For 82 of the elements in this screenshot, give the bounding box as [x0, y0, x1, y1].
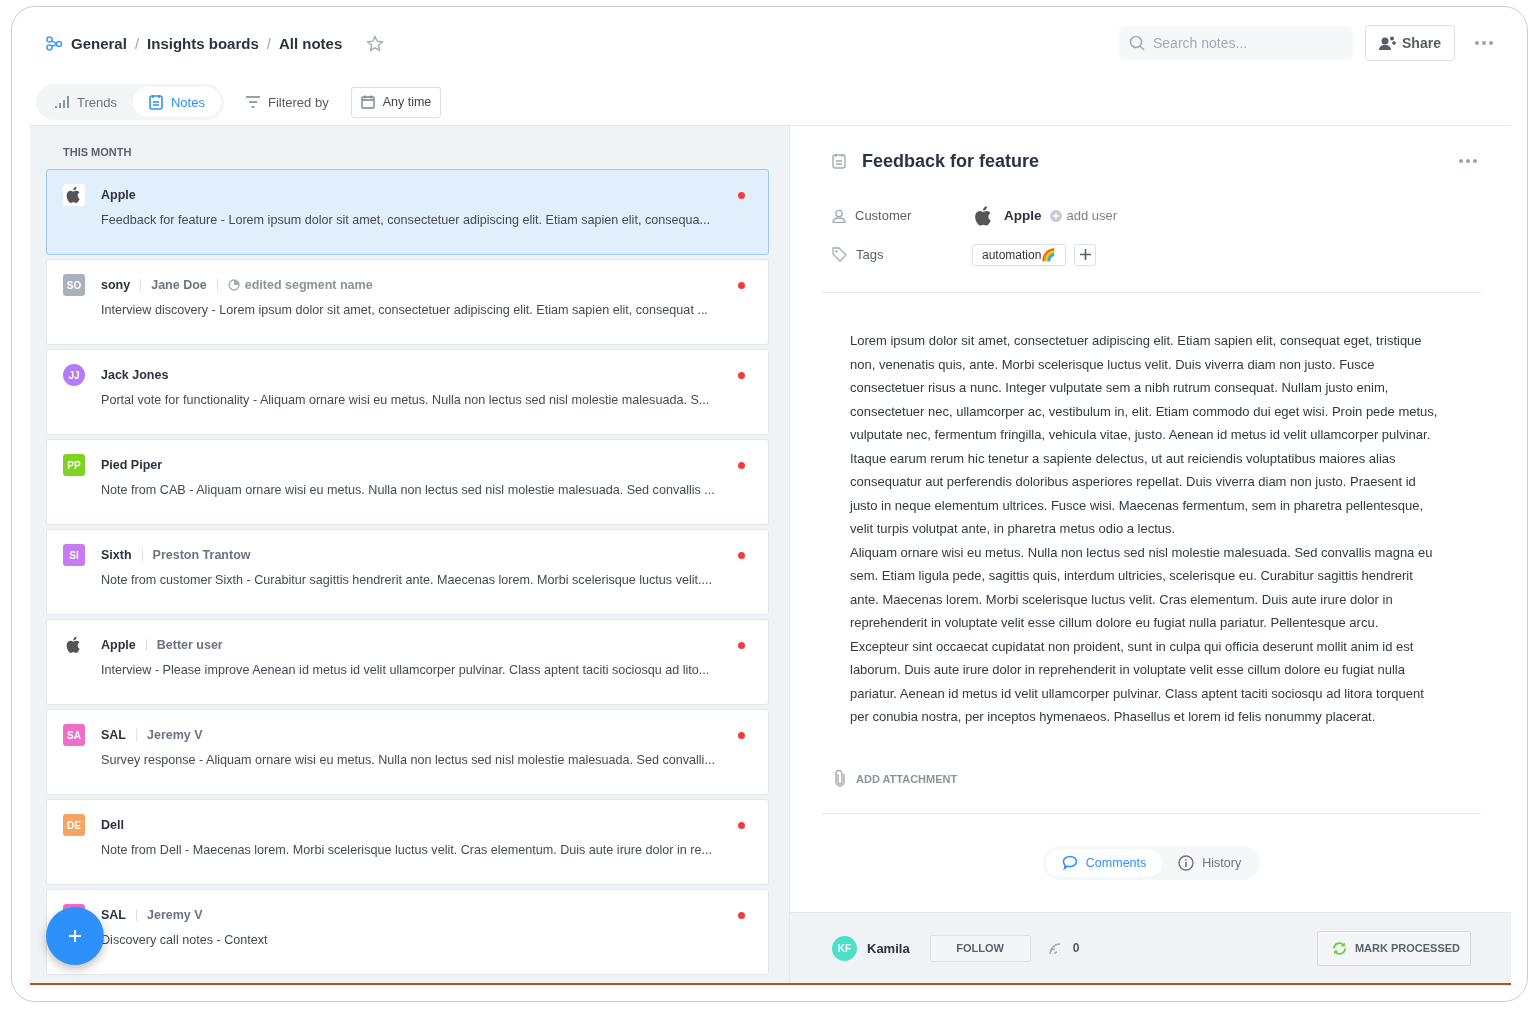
company-name: SAL	[101, 908, 126, 922]
note-paragraph: Lorem ipsum dolor sit amet, consectetuer adipiscing elit. Etiam sapien elit, consequat eget, tristique non, venenatis quis, ante. Morbi scelerisque luctus velit. Duis viverra diam non justo. Fusce consectetuer risus a nunc. Integer vulputate sem a nibh rutrum consequat. Nullam justo enim, consectetuer nec, ullamcorper ac, vestibulum in, elit. Etiam commodo dui eget wisi. Proin pede metus, vulputate nec, fermentum fringilla, vehicula vitae, justo. Aenean id metus id velit ullamcorper pulvinar. Itaque earum rerum hic tenetur a sapiente delectus, ut aut reiciendis voluptatibus maiores alias consequatur aut perferendis doloribus asperiores repellat. Duis viverra diam non justo. Praesent id justo in neque elementum ultrices. Fusce wisi. Maecenas fermentum, sem in pharetra pellentesque, velit turpis volutpat ante, in pharetra metus odio a lectus.	[850, 332, 1439, 538]
notepad-icon	[832, 153, 846, 169]
follow-button[interactable]: FOLLOW	[929, 934, 1031, 962]
search-field[interactable]: Search notes...	[1119, 26, 1353, 60]
note-card[interactable]: SA SAL Jeremy V Survey response - Aliquam ornare wisi eu metus. Nulla non lectus sed nisl molestie malesuada. Sed convalli...	[46, 709, 769, 795]
company-name: sony	[101, 278, 131, 292]
company-name: Apple	[101, 188, 136, 202]
nodes-icon	[46, 35, 63, 51]
company-name: Apple	[101, 638, 136, 652]
date-filter-button[interactable]: Any time	[350, 86, 442, 118]
field-label: Customer	[855, 208, 912, 223]
add-tag-button[interactable]	[1074, 243, 1097, 266]
breadcrumb-separator: /	[134, 34, 140, 52]
avatar: SA	[63, 724, 85, 746]
breadcrumb-item[interactable]: All notes	[278, 34, 343, 52]
customer-name[interactable]: Apple	[1004, 208, 1042, 223]
note-card[interactable]: DE Dell Note from Dell - Maecenas lorem. Morbi scelerisque luctus velit. Cras elementum. Duis aute irure dolor in re...	[46, 799, 769, 885]
note-preview: Interview discovery - Lorem ipsum dolor sit amet, consectetuer adipiscing elit. Etiam sapien elit, consequat ...	[101, 303, 709, 319]
note-card[interactable]: Apple Better user Interview - Please improve Aenean id metus id velit ullamcorper pulvinar. Class aptent taciti sociosqu ad lito...	[46, 619, 769, 705]
company-name: Jack Jones	[101, 368, 169, 382]
avatar: JJ	[63, 364, 85, 386]
user-name: Jeremy V	[147, 908, 203, 922]
company-name: Dell	[101, 818, 124, 832]
note-card[interactable]: SO sony Jane Doe edited segment name Interview discovery - Lorem ipsum dolor sit amet, consectetuer adipiscing elit. Etiam sapien elit, consequat ...	[46, 259, 769, 345]
note-preview: Note from customer Sixth - Curabitur sagittis hendrerit ante. Maecenas lorem. Morbi scelerisque luctus velit....	[101, 573, 714, 589]
note-title: Feedback for feature	[862, 150, 1041, 172]
paperclip-icon	[834, 770, 846, 787]
plus-icon	[69, 930, 81, 942]
avatar: DE	[63, 814, 85, 836]
calendar-icon	[360, 95, 375, 109]
user-name: Preston Trantow	[152, 548, 251, 562]
add-user-button[interactable]: add user	[1049, 208, 1118, 223]
tag[interactable]: automation🌈	[972, 243, 1067, 266]
note-card[interactable]: Apple Feedback for feature - Lorem ipsum dolor sit amet, consectetuer adipiscing elit. Etiam sapien elit, consequa...	[46, 169, 769, 255]
company-name: Pied Piper	[101, 458, 163, 472]
note-preview: Note from CAB - Aliquam ornare wisi eu metus. Nulla non lectus sed nisl molestie malesuada. Sed convallis ...	[101, 483, 716, 499]
user-name: Jeremy V	[147, 728, 203, 742]
field-label: Tags	[856, 247, 884, 262]
star-icon[interactable]	[366, 34, 385, 52]
user-name: Jane Doe	[151, 278, 207, 292]
follower-count: 0	[1072, 941, 1080, 955]
company-name: SAL	[101, 728, 126, 742]
note-preview: Interview - Please improve Aenean id metus id velit ullamcorper pulvinar. Class aptent taciti sociosqu ad lito...	[101, 663, 711, 679]
detail-tab[interactable]: History	[1162, 848, 1258, 877]
note-preview: Note from Dell - Maecenas lorem. Morbi scelerisque luctus velit. Cras elementum. Duis aute irure dolor in re...	[101, 843, 714, 859]
note-preview: Survey response - Aliquam ornare wisi eu metus. Nulla non lectus sed nisl molestie malesuada. Sed convalli...	[101, 753, 716, 769]
signal-icon	[1048, 941, 1063, 955]
avatar: SO	[63, 274, 85, 296]
speech-bubble-icon	[1061, 855, 1078, 870]
segment-name: edited segment name	[244, 278, 373, 292]
note-preview: Feedback for feature - Lorem ipsum dolor sit amet, consectetuer adipiscing elit. Etiam sapien elit, consequa...	[101, 213, 711, 229]
pie-icon	[227, 279, 240, 291]
refresh-icon	[1331, 940, 1347, 956]
note-card[interactable]: PP Pied Piper Note from CAB - Aliquam ornare wisi eu metus. Nulla non lectus sed nisl molestie malesuada. Sed convallis ...	[46, 439, 769, 525]
breadcrumb-item[interactable]: Insights boards	[147, 34, 259, 52]
view-tab[interactable]: Trends	[39, 87, 133, 117]
share-button[interactable]: Share	[1365, 25, 1455, 61]
note-card[interactable]: SI Sixth Preston Trantow Note from customer Sixth - Curabitur sagittis hendrerit ante. Maecenas lorem. Morbi scelerisque luctus velit....	[46, 529, 769, 615]
filter-button[interactable]: Filtered by	[239, 93, 335, 111]
user-avatar: KF	[832, 935, 857, 961]
notepad-icon	[149, 94, 163, 110]
note-preview: Portal vote for functionality - Aliquam ornare wisi eu metus. Nulla non lectus sed nisl molestie malesuada. S...	[101, 393, 711, 409]
user-name: Kamila	[867, 940, 910, 956]
user-name: Better user	[156, 638, 223, 652]
tag-icon	[832, 247, 847, 262]
section-heading: THIS MONTH	[62, 145, 133, 160]
bar-chart-icon	[55, 96, 69, 108]
note-card[interactable]: JJ Jack Jones Portal vote for functionality - Aliquam ornare wisi eu metus. Nulla non lectus sed nisl molestie malesuada. S...	[46, 349, 769, 435]
person-icon	[832, 208, 846, 223]
mark-processed-button[interactable]: MARK PROCESSED	[1316, 930, 1471, 966]
plus-circle-icon	[1049, 209, 1062, 222]
avatar: PP	[63, 454, 85, 476]
note-paragraph: Aliquam ornare wisi eu metus. Nulla non lectus sed nisl molestie malesuada. Sed convallis magna eu sem. Etiam ligula pede, sagittis quis, interdum ultricies, scelerisque eu. Curabitur sagittis hendrerit ante. Maecenas lorem. Morbi scelerisque luctus velit. Cras elementum. Duis aute irure dolor in reprehenderit in voluptate velit esse cillum dolore eu fugiat nulla pariatur. Pellentesque arcu. Excepteur sint occaecat cupidatat non proident, sunt in culpa qui officia deserunt mollit anim id est laborum. Duis aute irure dolor in reprehenderit in voluptate velit esse cillum dolore eu fugiat nulla pariatur. Aenean id metus id velit ullamcorper pulvinar. Class aptent taciti sociosqu ad litora torquent per conubia nostra, per inceptos hymenaeos. Phasellus et lorem id felis nonummy placerat.	[850, 543, 1434, 726]
breadcrumb-item[interactable]: General	[71, 34, 127, 52]
users-icon	[1379, 35, 1397, 51]
filter-icon	[245, 96, 260, 108]
company-name: Sixth	[101, 548, 132, 562]
info-icon	[1178, 854, 1195, 871]
plus-icon	[1079, 249, 1091, 260]
breadcrumb-separator: /	[266, 34, 271, 52]
avatar: SI	[63, 544, 85, 566]
